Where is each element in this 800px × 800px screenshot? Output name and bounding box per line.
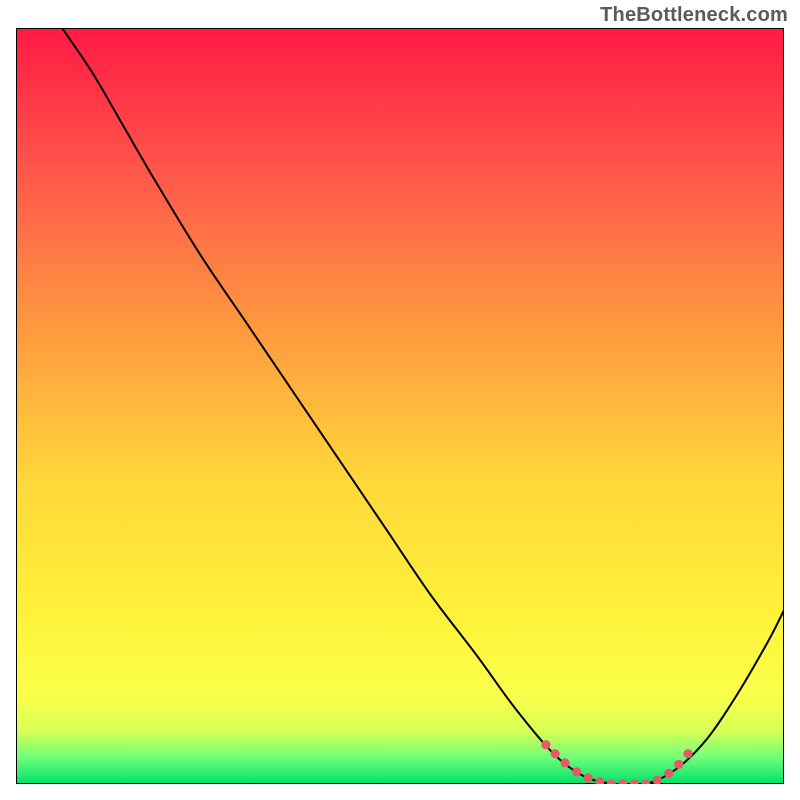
sweet-spot-dot	[683, 749, 692, 758]
sweet-spot-dot	[561, 758, 570, 767]
chart-container: TheBottleneck.com	[0, 0, 800, 800]
sweet-spot-dot	[572, 767, 581, 776]
sweet-spot-dot	[674, 760, 683, 769]
sweet-spot-dot	[584, 773, 593, 782]
sweet-spot-dot	[664, 769, 673, 778]
sweet-spot-dot	[541, 740, 550, 749]
chart-svg	[16, 28, 784, 784]
sweet-spot-dot	[551, 749, 560, 758]
watermark-text: TheBottleneck.com	[600, 4, 788, 27]
plot-area	[16, 28, 784, 784]
